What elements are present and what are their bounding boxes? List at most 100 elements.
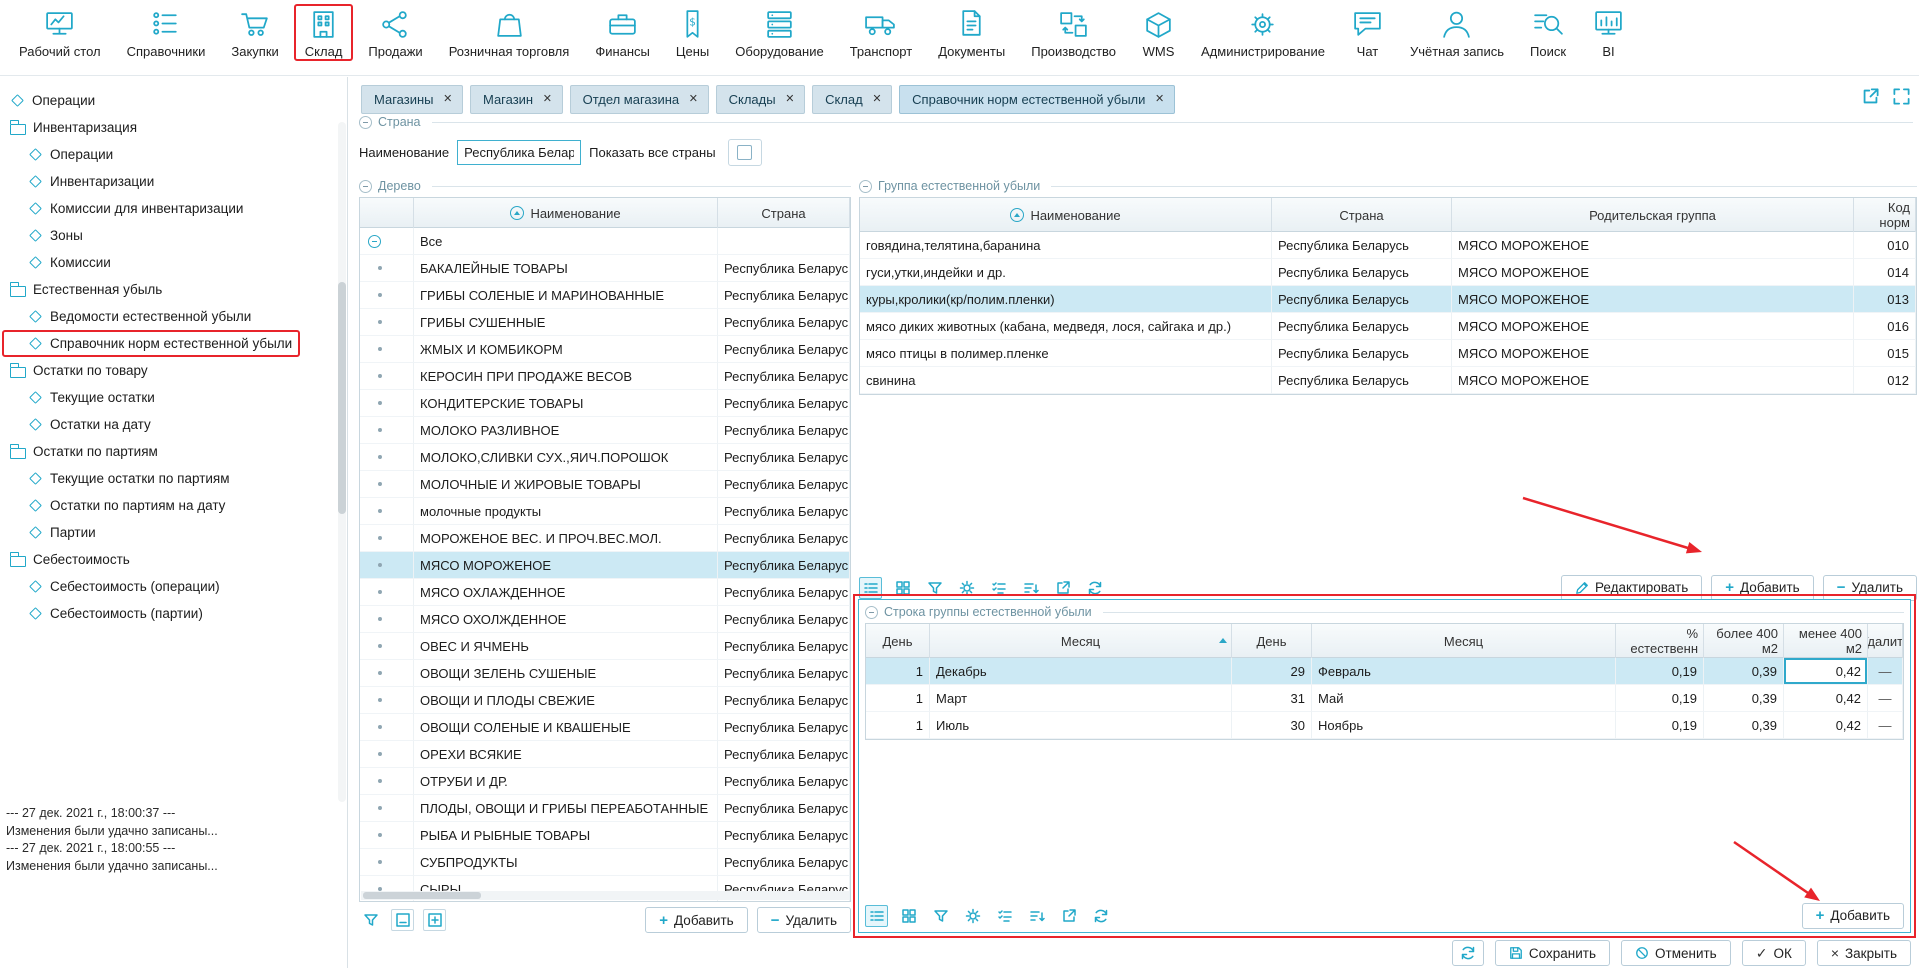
group-header-name[interactable]: Наименование: [860, 198, 1272, 232]
horizontal-scrollbar-thumb[interactable]: [363, 892, 481, 899]
tree-table-row[interactable]: МОРОЖЕНОЕ ВЕС. И ПРОЧ.ВЕС.МОЛ. Республик…: [360, 525, 850, 552]
ribbon-item-uchetnaya-zapis[interactable]: Учётная запись: [1397, 5, 1517, 62]
tree-add-button[interactable]: +Добавить: [645, 907, 747, 933]
tree-table-row[interactable]: МОЛОКО РАЗЛИВНОЕ Республика Беларусь: [360, 417, 850, 444]
tree-table-row[interactable]: МОЛОКО,СЛИВКИ СУХ.,ЯИЧ.ПОРОШОК Республик…: [360, 444, 850, 471]
settings-gear-icon[interactable]: [961, 905, 984, 927]
checkbox-box[interactable]: [737, 145, 752, 160]
line-header-day2[interactable]: День: [1232, 624, 1312, 658]
sidebar-item[interactable]: Партии: [0, 519, 106, 546]
ribbon-item-administrirovanie[interactable]: Администрирование: [1188, 5, 1338, 62]
collapse-group-icon[interactable]: [359, 180, 372, 193]
group-table-row[interactable]: мясо диких животных (кабана, медведя, ло…: [860, 313, 1916, 340]
line-header-month1[interactable]: Месяц: [930, 624, 1232, 658]
sidebar-item[interactable]: Зоны: [0, 222, 93, 249]
line-table-row[interactable]: 1 Декабрь 29 Февраль 0,19 0,39 0,42 —: [866, 658, 1903, 685]
line-cell-delete-dash[interactable]: —: [1868, 658, 1903, 685]
ribbon-item-dokumenty[interactable]: Документы: [925, 5, 1018, 62]
maximize-icon[interactable]: [1892, 87, 1911, 106]
tree-table-row[interactable]: Все: [360, 228, 850, 255]
line-cell-delete-dash[interactable]: —: [1868, 712, 1903, 739]
collapse-node-icon[interactable]: [368, 235, 381, 248]
ribbon-item-wms[interactable]: WMS: [1129, 5, 1188, 62]
tree-table-row[interactable]: МЯСО ОХОЛЖДЕННОЕ Республика Беларусь: [360, 606, 850, 633]
ribbon-item-spravochniki[interactable]: Справочники: [114, 5, 219, 62]
tree-table-row[interactable]: ОРЕХИ ВСЯКИЕ Республика Беларусь: [360, 741, 850, 768]
sidebar-item[interactable]: Ведомости естественной убыли: [0, 303, 261, 330]
horizontal-scrollbar[interactable]: [361, 891, 849, 900]
sidebar-item[interactable]: Себестоимость (операции): [0, 573, 230, 600]
document-tab[interactable]: Склады ×: [716, 85, 805, 114]
tab-close-icon[interactable]: ×: [786, 92, 794, 107]
sidebar-item[interactable]: Естественная убыль: [0, 276, 172, 303]
tree-table-row[interactable]: БАКАЛЕЙНЫЕ ТОВАРЫ Республика Беларусь: [360, 255, 850, 282]
sidebar-item[interactable]: Справочник норм естественной убыли: [0, 330, 302, 357]
show-all-countries-checkbox[interactable]: [728, 139, 762, 166]
tree-table-row[interactable]: КОНДИТЕРСКИЕ ТОВАРЫ Республика Беларусь: [360, 390, 850, 417]
tab-close-icon[interactable]: ×: [873, 92, 881, 107]
collapse-group-icon[interactable]: [859, 180, 872, 193]
group-header-parent[interactable]: Родительская группа: [1452, 198, 1854, 232]
line-cell-under400[interactable]: 0,42: [1784, 712, 1868, 739]
sidebar-scrollbar-thumb[interactable]: [338, 282, 346, 514]
cancel-button[interactable]: Отменить: [1621, 940, 1731, 966]
export-icon[interactable]: [1057, 905, 1080, 927]
group-table-row[interactable]: куры,кролики(кр/полим.пленки) Республика…: [860, 286, 1916, 313]
ribbon-item-zakupki[interactable]: Закупки: [218, 5, 291, 62]
group-table-row[interactable]: говядина,телятина,баранина Республика Бе…: [860, 232, 1916, 259]
line-header-percent[interactable]: % естественн: [1616, 624, 1704, 658]
tab-close-icon[interactable]: ×: [1155, 92, 1163, 107]
refresh-icon[interactable]: [1089, 905, 1112, 927]
ribbon-item-tseny[interactable]: $ Цены: [663, 5, 722, 62]
tree-table-row[interactable]: МЯСО ОХЛАЖДЕННОЕ Республика Беларусь: [360, 579, 850, 606]
tree-header-country[interactable]: Страна: [718, 198, 850, 228]
tree-table-row[interactable]: ГРИБЫ СОЛЕНЫЕ И МАРИНОВАННЫЕ Республика …: [360, 282, 850, 309]
tree-table-row[interactable]: ОВОЩИ ЗЕЛЕНЬ СУШЕНЫЕ Республика Беларусь: [360, 660, 850, 687]
expand-all-icon[interactable]: [423, 909, 446, 931]
line-header-delete[interactable]: Удалить: [1868, 624, 1903, 658]
ribbon-item-roznichnaya-torgovlya[interactable]: Розничная торговля: [436, 5, 583, 62]
sidebar-item[interactable]: Себестоимость (партии): [0, 600, 213, 627]
sidebar-item[interactable]: Себестоимость: [0, 546, 140, 573]
ribbon-item-finansy[interactable]: Финансы: [582, 5, 663, 62]
checklist-icon[interactable]: [993, 905, 1016, 927]
group-table-row[interactable]: мясо птицы в полимер.пленке Республика Б…: [860, 340, 1916, 367]
tree-table-row[interactable]: РЫБА И РЫБНЫЕ ТОВАРЫ Республика Беларусь: [360, 822, 850, 849]
view-grid-icon[interactable]: [897, 905, 920, 927]
filter-icon[interactable]: [359, 909, 382, 931]
line-cell-under400[interactable]: 0,42: [1784, 685, 1868, 712]
filter-icon[interactable]: [929, 905, 952, 927]
group-table-row[interactable]: гуси,утки,индейки и др. Республика Белар…: [860, 259, 1916, 286]
tree-header-name[interactable]: Наименование: [414, 198, 718, 228]
collapse-group-icon[interactable]: [359, 116, 372, 129]
line-table-row[interactable]: 1 Март 31 Май 0,19 0,39 0,42 —: [866, 685, 1903, 712]
line-add-button[interactable]: +Добавить: [1802, 903, 1904, 929]
tree-table-row[interactable]: ОВОЩИ СОЛЕНЫЕ И КВАШЕНЫЕ Республика Бела…: [360, 714, 850, 741]
tree-table-row[interactable]: МЯСО МОРОЖЕНОЕ Республика Беларусь: [360, 552, 850, 579]
group-header-code[interactable]: Код норм: [1854, 198, 1916, 232]
line-header-over400[interactable]: более 400 м2: [1704, 624, 1784, 658]
line-header-day1[interactable]: День: [866, 624, 930, 658]
group-table-row[interactable]: свинина Республика Беларусь МЯСО МОРОЖЕН…: [860, 367, 1916, 394]
sort-lines-icon[interactable]: [1025, 905, 1048, 927]
sidebar-item[interactable]: Остатки на дату: [0, 411, 161, 438]
document-tab[interactable]: Магазин ×: [470, 85, 563, 114]
ok-button[interactable]: ✓ОК: [1742, 940, 1806, 966]
ribbon-item-proizvodstvo[interactable]: Производство: [1018, 5, 1129, 62]
group-header-country[interactable]: Страна: [1272, 198, 1452, 232]
tree-delete-button[interactable]: −Удалить: [757, 907, 851, 933]
tree-table-row[interactable]: ОТРУБИ И ДР. Республика Беларусь: [360, 768, 850, 795]
sidebar-item[interactable]: Остатки по партиям на дату: [0, 492, 235, 519]
ribbon-item-oborudovanie[interactable]: Оборудование: [722, 5, 836, 62]
line-cell-delete-dash[interactable]: —: [1868, 685, 1903, 712]
tab-close-icon[interactable]: ×: [444, 92, 452, 107]
popout-icon[interactable]: [1861, 87, 1880, 106]
tree-table-row[interactable]: МОЛОЧНЫЕ И ЖИРОВЫЕ ТОВАРЫ Республика Бел…: [360, 471, 850, 498]
sidebar-scrollbar[interactable]: [338, 122, 346, 802]
tree-table-row[interactable]: ОВЕС И ЯЧМЕНЬ Республика Беларусь: [360, 633, 850, 660]
collapse-group-icon[interactable]: [865, 606, 878, 619]
line-table-row[interactable]: 1 Июль 30 Ноябрь 0,19 0,39 0,42 —: [866, 712, 1903, 739]
ribbon-item-chat[interactable]: Чат: [1338, 5, 1397, 62]
sidebar-item[interactable]: Инвентаризация: [0, 114, 147, 141]
tree-table-row[interactable]: ГРИБЫ СУШЕННЫЕ Республика Беларусь: [360, 309, 850, 336]
